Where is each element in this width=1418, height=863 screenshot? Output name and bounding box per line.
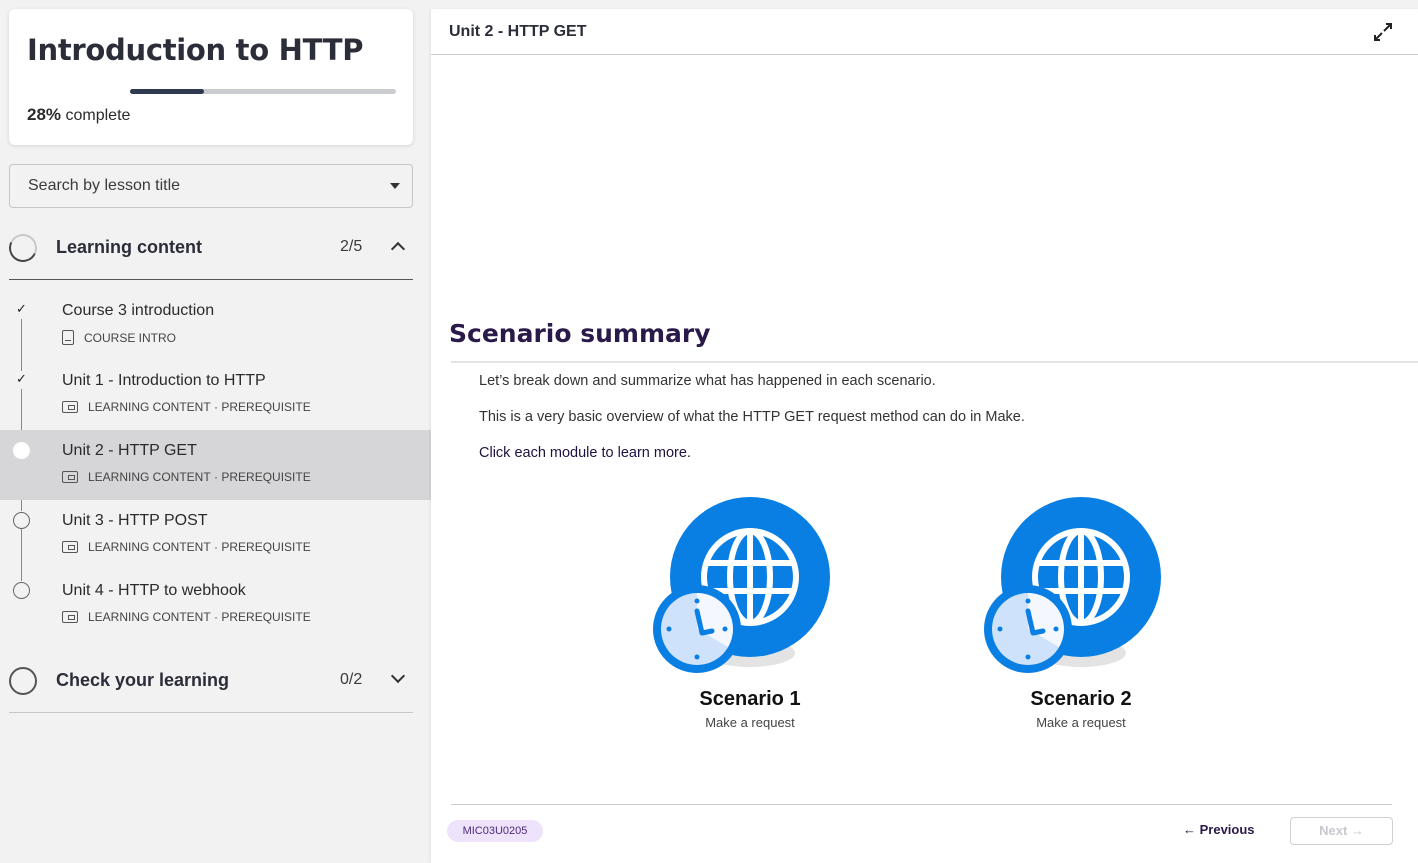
scenario-label: Scenario 2 Make a request — [981, 688, 1181, 730]
lesson-meta: LEARNING CONTENT · PREREQUISITE — [62, 540, 311, 554]
lesson-title: Unit 1 - Introduction to HTTP — [62, 372, 266, 389]
http-globe-clock-icon — [653, 497, 830, 673]
divider — [451, 361, 1418, 363]
section-learning-content[interactable]: Learning content 2/5 — [5, 226, 413, 272]
paragraph: This is a very basic overview of what th… — [479, 409, 1025, 425]
lesson-prereq: · PREREQUISITE — [214, 400, 311, 414]
progress-fill — [130, 89, 205, 94]
scenario-subtitle: Make a request — [1036, 715, 1126, 730]
lesson-header: Unit 2 - HTTP GET — [431, 9, 1418, 55]
section-heading: Scenario summary — [449, 319, 711, 348]
section-count: 2/5 — [340, 238, 363, 255]
scenario-label: Scenario 1 Make a request — [650, 688, 850, 730]
chevron-down-icon[interactable] — [390, 668, 406, 684]
paragraph-instruction: Click each module to learn more. — [479, 445, 691, 461]
progress-ring-icon — [9, 667, 37, 695]
progress-value: 28% — [27, 105, 62, 124]
unit-title: Unit 2 - HTTP GET — [449, 23, 587, 40]
progress-bar — [130, 89, 396, 94]
lesson-type: LEARNING CONTENT — [88, 540, 211, 554]
next-button[interactable]: Next → — [1290, 817, 1393, 845]
content-icon — [62, 471, 78, 483]
content-icon — [62, 541, 78, 553]
course-title: Introduction to HTTP — [27, 33, 364, 67]
check-icon: ✓ — [16, 371, 27, 386]
lesson-search-select[interactable]: Search by lesson title — [9, 164, 413, 208]
scenario-name: Scenario 2 — [1030, 688, 1132, 710]
scenario-1-module[interactable]: Scenario 1 Make a request — [650, 495, 850, 745]
caret-down-icon — [390, 183, 400, 189]
lesson-meta: LEARNING CONTENT · PREREQUISITE — [62, 610, 311, 624]
lesson-item[interactable]: Unit 3 - HTTP POST LEARNING CONTENT · PR… — [0, 500, 431, 570]
check-icon: ✓ — [16, 301, 27, 316]
lesson-type: LEARNING CONTENT — [88, 400, 211, 414]
status-dot-icon — [13, 442, 30, 459]
search-placeholder: Search by lesson title — [28, 177, 181, 194]
chevron-up-icon[interactable] — [390, 241, 406, 257]
document-icon — [62, 330, 74, 345]
lesson-title: Unit 2 - HTTP GET — [62, 442, 197, 459]
section-count: 0/2 — [340, 671, 363, 688]
paragraph: Let’s break down and summarize what has … — [479, 373, 936, 389]
lesson-type: LEARNING CONTENT — [88, 610, 211, 624]
lesson-meta: LEARNING CONTENT · PREREQUISITE — [62, 400, 311, 414]
footer-divider — [451, 804, 1392, 805]
lesson-item[interactable]: ✓ Unit 1 - Introduction to HTTP LEARNING… — [0, 360, 431, 430]
content-icon — [62, 401, 78, 413]
lesson-item[interactable]: ✓ Course 3 introduction COURSE INTRO — [0, 290, 431, 360]
lesson-item-active[interactable]: Unit 2 - HTTP GET LEARNING CONTENT · PRE… — [0, 430, 431, 500]
lesson-title: Course 3 introduction — [62, 302, 215, 319]
http-globe-clock-icon — [984, 497, 1161, 673]
section-title: Learning content — [56, 237, 203, 257]
lesson-prereq: · PREREQUISITE — [214, 610, 311, 624]
lesson-title: Unit 4 - HTTP to webhook — [62, 582, 246, 599]
lesson-type: COURSE INTRO — [84, 330, 177, 345]
progress-label: complete — [65, 107, 131, 124]
expand-icon[interactable] — [1372, 21, 1394, 43]
scenario-subtitle: Make a request — [705, 715, 795, 730]
divider — [9, 279, 413, 280]
lesson-title: Unit 3 - HTTP POST — [62, 512, 208, 529]
lesson-prereq: · PREREQUISITE — [214, 540, 311, 554]
section-title: Check your learning — [56, 670, 230, 690]
content-icon — [62, 611, 78, 623]
progress-text: 28% complete — [27, 105, 130, 125]
status-dot-icon — [13, 582, 30, 599]
scenario-2-module[interactable]: Scenario 2 Make a request — [981, 495, 1181, 745]
scenario-name: Scenario 1 — [699, 688, 801, 710]
lesson-panel: Unit 2 - HTTP GET Scenario summary Let’s… — [431, 9, 1418, 863]
lesson-item[interactable]: Unit 4 - HTTP to webhook LEARNING CONTEN… — [0, 570, 431, 640]
lesson-meta: LEARNING CONTENT · PREREQUISITE — [62, 470, 311, 484]
progress-ring-icon — [5, 230, 41, 266]
lesson-meta: COURSE INTRO — [62, 330, 176, 345]
lesson-prereq: · PREREQUISITE — [214, 470, 311, 484]
status-dot-icon — [13, 512, 30, 529]
course-card: Introduction to HTTP 28% complete — [9, 9, 413, 145]
divider — [9, 712, 413, 713]
sidebar: Introduction to HTTP 28% complete Search… — [0, 0, 431, 863]
lesson-code-badge: MIC03U0205 — [447, 820, 543, 842]
lesson-type: LEARNING CONTENT — [88, 470, 211, 484]
previous-button[interactable]: ← Previous — [1183, 822, 1255, 837]
section-check-your-learning[interactable]: Check your learning 0/2 — [9, 659, 413, 705]
